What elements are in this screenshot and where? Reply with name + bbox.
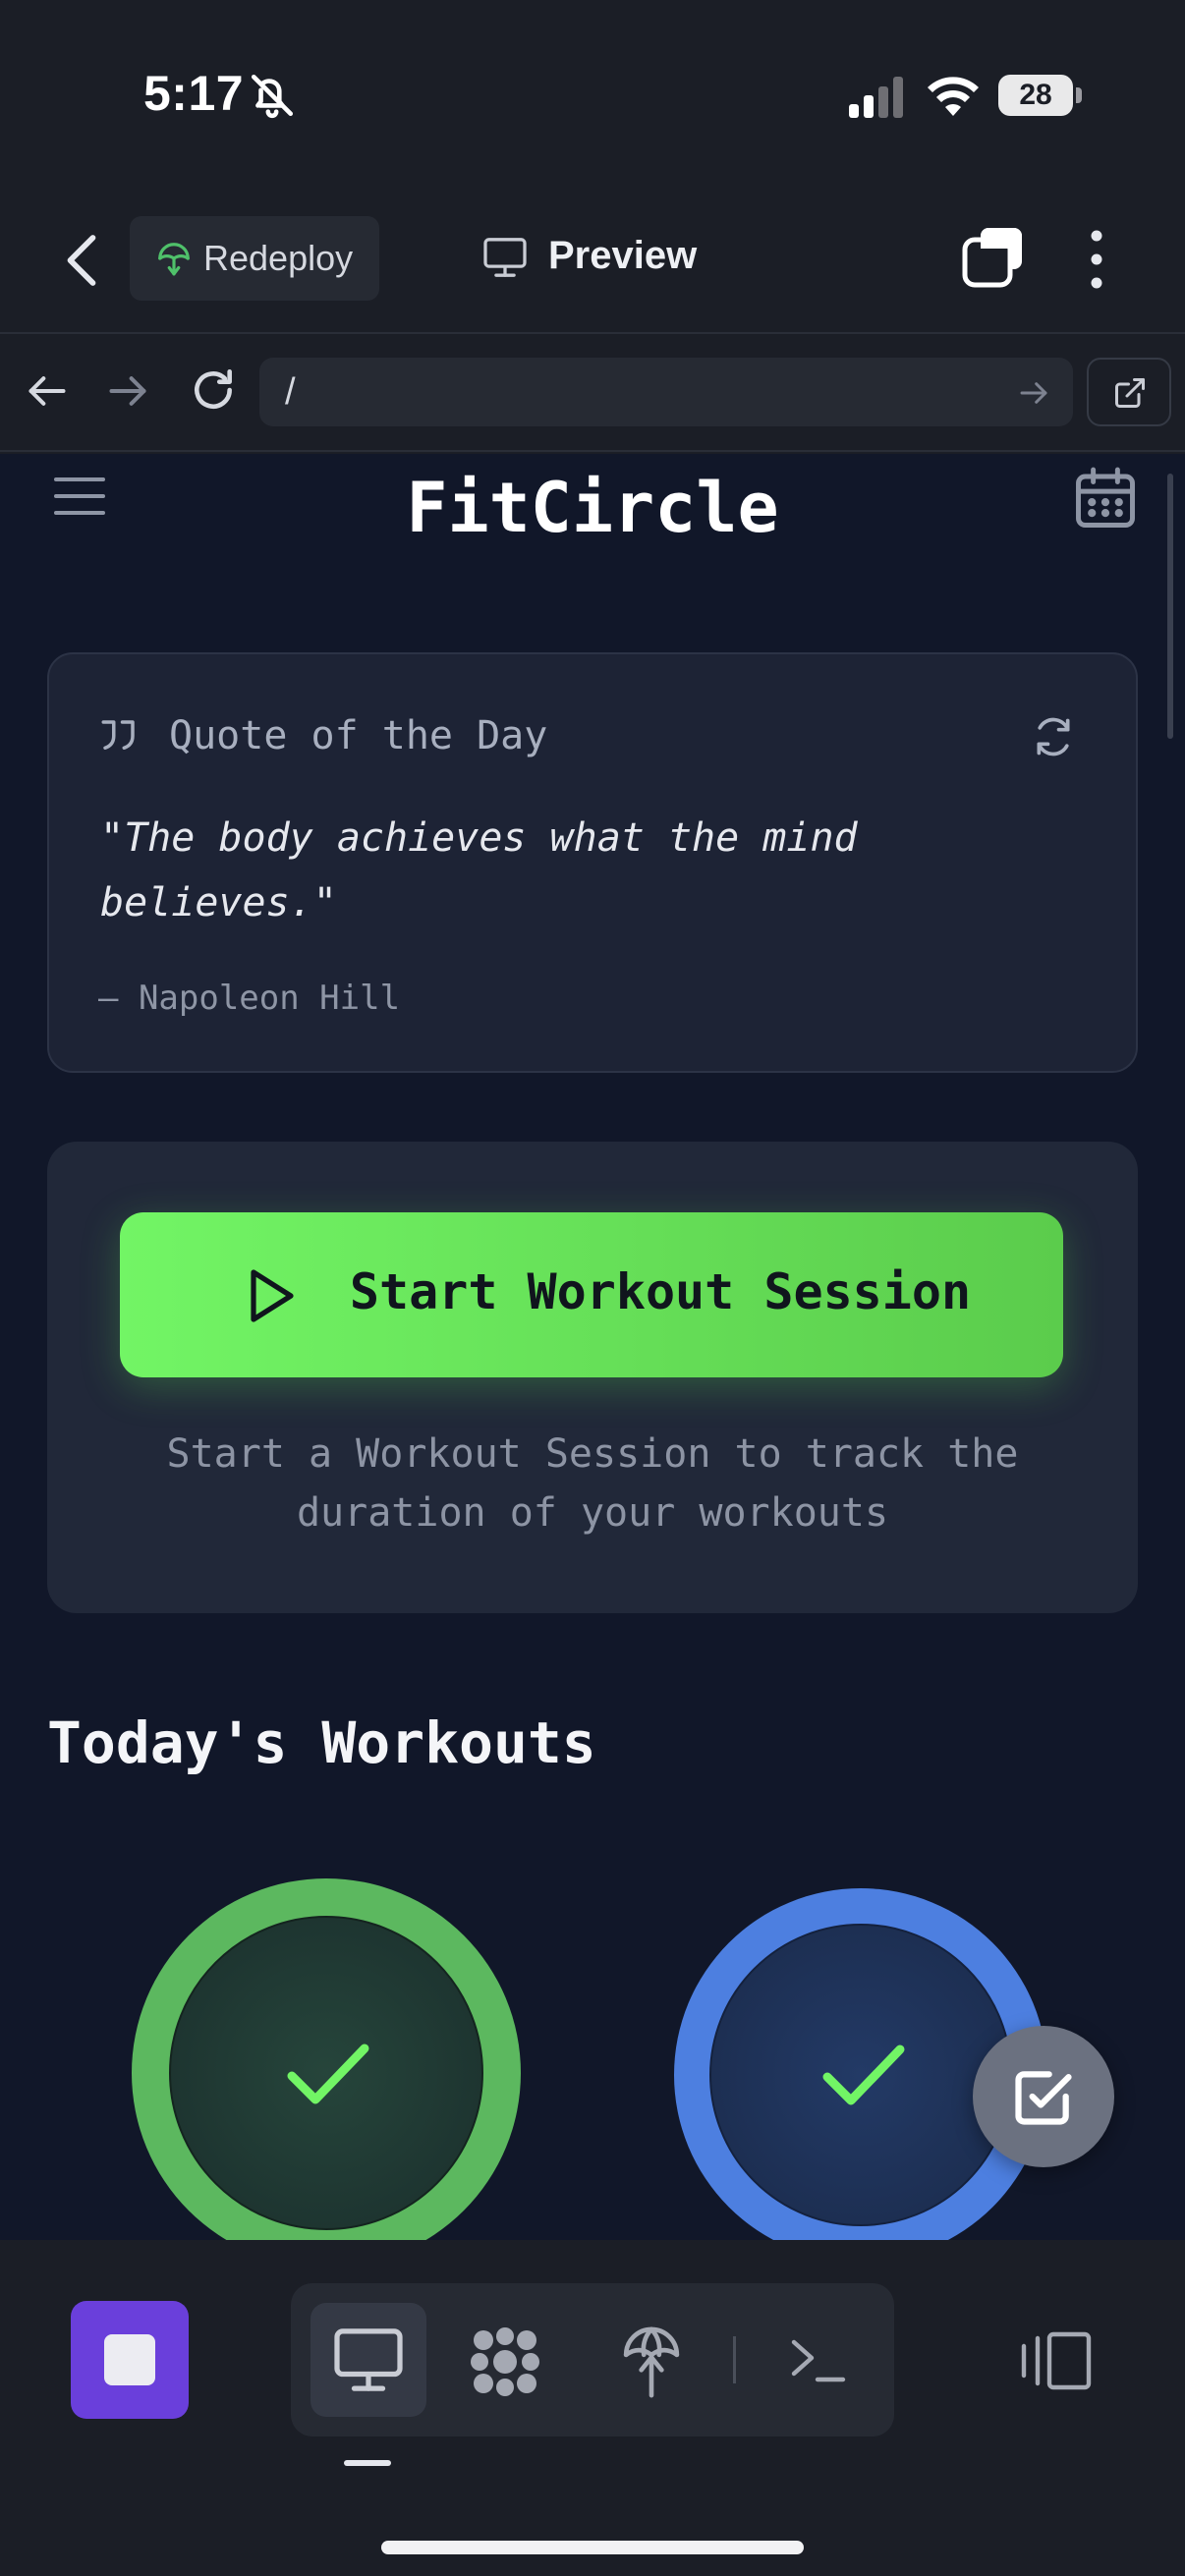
- battery-level: 28: [1019, 79, 1052, 111]
- web-preview: FitCircle Quote of the Day "The body ach…: [0, 454, 1185, 2240]
- start-workout-button[interactable]: Start Workout Session: [120, 1212, 1063, 1377]
- section-title: Today's Workouts: [47, 1709, 596, 1776]
- quote-title: Quote of the Day: [169, 713, 548, 758]
- checkbox-icon: [1015, 2071, 1072, 2125]
- url-input[interactable]: /: [259, 358, 1073, 426]
- tabs-icon[interactable]: [961, 226, 1024, 289]
- arrow-right-icon[interactable]: [106, 369, 149, 413]
- check-icon: [822, 2044, 905, 2105]
- go-icon[interactable]: [1018, 377, 1049, 409]
- workout-ring[interactable]: [132, 1878, 521, 2240]
- shell-icon[interactable]: [788, 2332, 847, 2387]
- quote-icon: [101, 720, 135, 750]
- tool-switcher: [291, 2283, 894, 2436]
- monitor-icon: [483, 238, 527, 277]
- ai-icon[interactable]: [468, 2324, 542, 2399]
- calendar-icon[interactable]: [1073, 466, 1138, 531]
- chevron-left-icon[interactable]: [59, 232, 104, 289]
- start-workout-label: Start Workout Session: [349, 1263, 972, 1320]
- quote-text: "The body achieves what the mind believe…: [100, 815, 858, 925]
- battery-icon: 28: [998, 75, 1082, 116]
- stop-button[interactable]: [71, 2301, 189, 2419]
- preview-label: Preview: [548, 234, 698, 277]
- bottom-toolbar: [0, 2240, 1185, 2576]
- check-icon: [287, 2044, 369, 2104]
- app-header: Redeploy Preview: [0, 196, 1185, 334]
- wifi-icon: [928, 77, 979, 116]
- bell-slash-icon: [251, 74, 294, 119]
- session-card: Start Workout Session Start a Workout Se…: [47, 1142, 1138, 1613]
- desktop-icon[interactable]: [334, 2328, 403, 2391]
- arrow-left-icon[interactable]: [26, 369, 69, 413]
- more-vertical-icon[interactable]: [1085, 228, 1108, 291]
- redeploy-button[interactable]: Redeploy: [130, 216, 379, 301]
- redeploy-label: Redeploy: [203, 238, 354, 278]
- active-tab-indicator: [344, 2460, 391, 2466]
- reload-icon[interactable]: [189, 365, 238, 415]
- refresh-icon[interactable]: [1032, 715, 1075, 758]
- session-description: Start a Workout Session to track the dur…: [166, 1431, 1019, 1536]
- stop-icon: [104, 2334, 155, 2385]
- status-bar: 5:17 28: [0, 0, 1185, 196]
- page-title: FitCircle: [406, 468, 779, 548]
- floating-task-button[interactable]: [973, 2026, 1114, 2167]
- panel-icon[interactable]: [1018, 2330, 1093, 2391]
- signal-icon: [849, 77, 903, 118]
- toolbar-divider: [733, 2336, 736, 2383]
- home-indicator[interactable]: [381, 2541, 804, 2554]
- quote-author: — Napoleon Hill: [98, 979, 401, 1018]
- quote-card: Quote of the Day "The body achieves what…: [47, 652, 1138, 1073]
- url-bar: /: [0, 336, 1185, 452]
- deploy-icon[interactable]: [621, 2321, 682, 2399]
- open-external-button[interactable]: [1087, 358, 1171, 426]
- url-text: /: [285, 371, 296, 413]
- status-time: 5:17: [143, 66, 245, 121]
- external-link-icon: [1115, 378, 1145, 408]
- deploy-icon: [158, 243, 190, 276]
